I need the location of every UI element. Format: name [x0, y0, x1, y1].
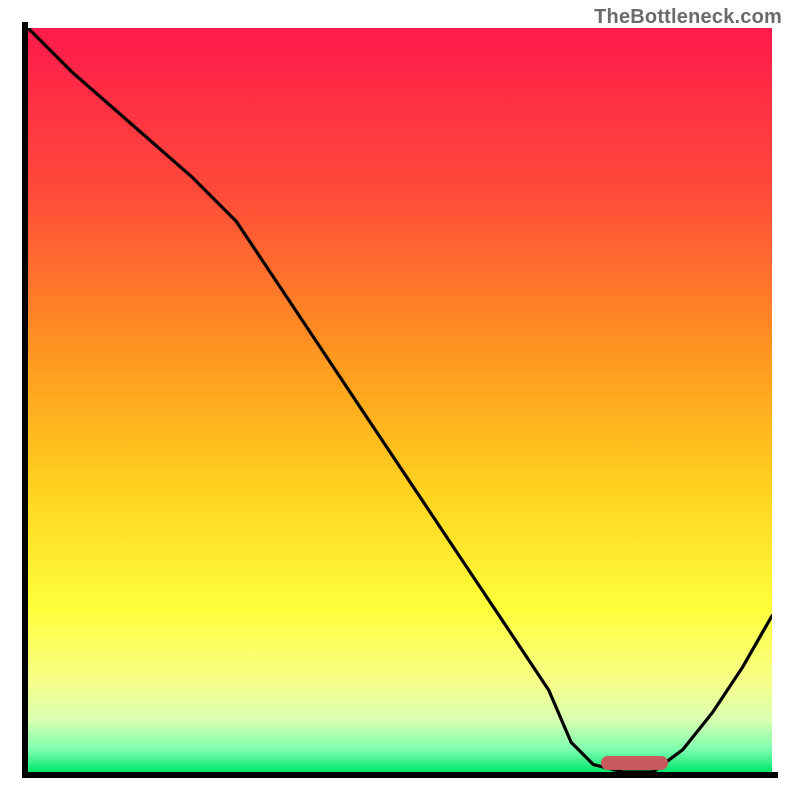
- curve-layer: [28, 28, 772, 772]
- plot-area: [28, 28, 772, 772]
- bottleneck-chart: TheBottleneck.com: [0, 0, 800, 800]
- x-axis: [22, 772, 778, 778]
- y-axis: [22, 22, 28, 778]
- bottleneck-curve-path: [28, 28, 772, 772]
- watermark-text: TheBottleneck.com: [594, 6, 782, 29]
- optimal-range-marker: [601, 756, 668, 770]
